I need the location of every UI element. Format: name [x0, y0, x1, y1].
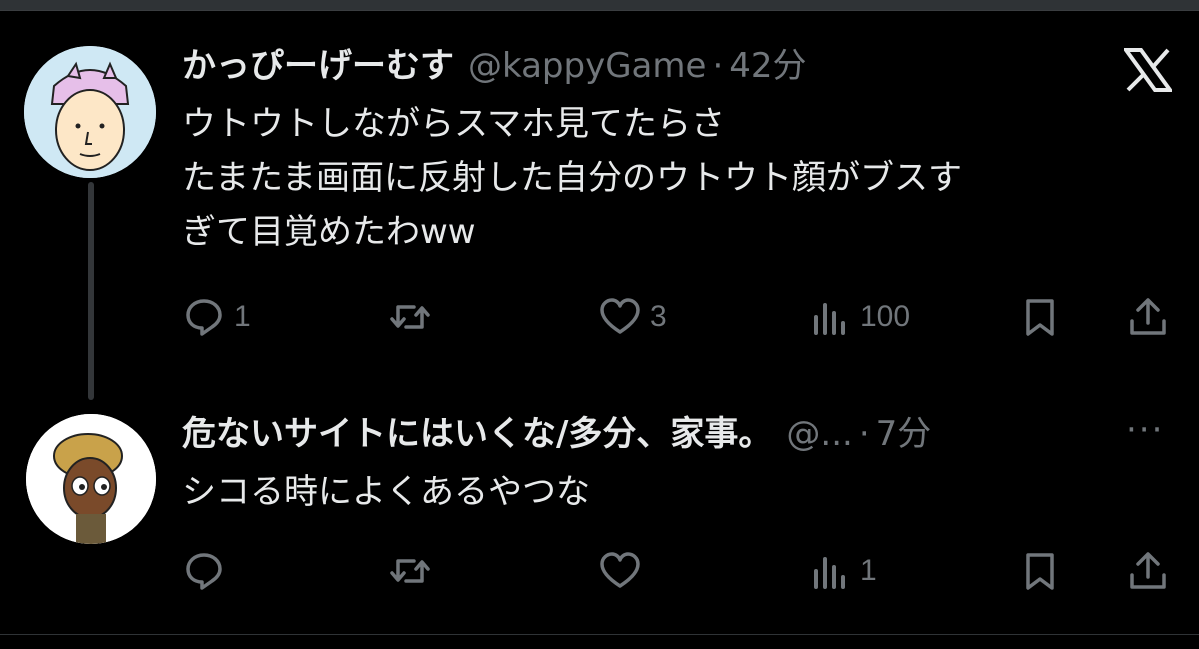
avatar[interactable]	[26, 414, 156, 544]
views-button[interactable]: 1	[808, 546, 877, 596]
tweet-text: ウトウトしながらスマホ見てたらさ たまたま画面に反射した自分のウトウト顔がブスす…	[182, 104, 962, 252]
reply-button[interactable]	[182, 546, 234, 596]
avatar[interactable]	[24, 46, 156, 178]
tweet-actions: 1	[180, 546, 1180, 596]
retweet-button[interactable]	[388, 292, 440, 342]
retweet-icon	[390, 305, 430, 329]
reply-icon	[186, 299, 222, 336]
like-button[interactable]	[598, 546, 650, 596]
top-divider	[0, 0, 1199, 11]
thread-line	[88, 182, 94, 400]
views-count: 1	[860, 554, 877, 587]
like-button[interactable]: 3	[598, 292, 667, 342]
retweet-icon	[390, 559, 430, 583]
tweet-header: 危ないサイトにはいくな/多分、家事。 @... · 7分	[182, 414, 931, 454]
like-count: 3	[650, 300, 667, 333]
bookmark-icon	[1026, 299, 1054, 336]
display-name[interactable]: かっぴーげーむす	[182, 46, 454, 86]
display-name[interactable]: 危ないサイトにはいくな/多分、家事。	[182, 414, 772, 454]
more-icon[interactable]: ···	[1126, 410, 1164, 450]
views-count: 100	[860, 300, 911, 333]
cartoon-man-curly-hair-avatar-icon	[26, 414, 156, 544]
like-icon	[600, 298, 640, 334]
bookmark-button[interactable]	[1018, 546, 1062, 596]
views-icon	[814, 303, 845, 335]
share-icon	[1130, 298, 1166, 335]
bookmark-button[interactable]	[1018, 292, 1062, 342]
cartoon-man-avatar-icon	[24, 46, 156, 178]
reply-icon	[186, 553, 222, 590]
retweet-button[interactable]	[388, 546, 440, 596]
x-logo-icon[interactable]	[1124, 48, 1172, 92]
handle[interactable]: @kappyGame	[468, 46, 706, 86]
share-icon	[1130, 552, 1166, 589]
like-icon	[600, 552, 640, 588]
bottom-divider	[0, 634, 1199, 649]
separator: ·	[712, 46, 724, 86]
share-button[interactable]	[1126, 546, 1170, 596]
views-button[interactable]: 100	[808, 292, 910, 342]
tweet-actions: 1 3 100	[180, 292, 1180, 342]
bookmark-icon	[1026, 553, 1054, 590]
timestamp[interactable]: 42分	[729, 46, 806, 86]
tweet-text: シコる時によくあるやつな	[182, 472, 590, 512]
reply-button[interactable]: 1	[182, 292, 251, 342]
handle[interactable]: @...	[786, 414, 852, 454]
share-button[interactable]	[1126, 292, 1170, 342]
reply-count: 1	[234, 300, 251, 333]
timestamp[interactable]: 7分	[876, 414, 932, 454]
separator: ·	[858, 414, 870, 454]
tweet-header: かっぴーげーむす @kappyGame · 42分	[182, 46, 807, 86]
views-icon	[814, 557, 845, 589]
